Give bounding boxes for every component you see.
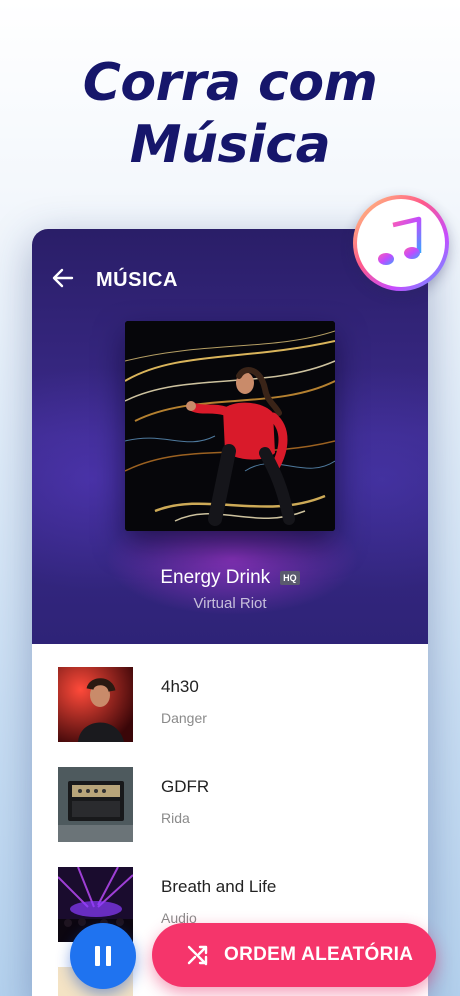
pause-icon-bar — [106, 946, 111, 966]
pause-icon — [95, 946, 100, 966]
now-playing-title: Energy Drink — [160, 567, 271, 588]
song-item-1[interactable]: GDFR Rida — [32, 744, 428, 844]
song-title: Breath and Life — [161, 877, 277, 896]
phone-screen: MÚSICA Energy Drink HQ Virtual Riot 4h30… — [32, 229, 428, 996]
song-thumbnail — [58, 767, 133, 842]
headline: Corra com Música — [0, 52, 460, 176]
screen-title: MÚSICA — [96, 269, 178, 291]
now-playing-title-row: Energy Drink HQ — [32, 567, 428, 589]
song-artist: Rida — [161, 810, 190, 826]
pause-button[interactable] — [70, 923, 136, 989]
headline-line-2: Música — [129, 115, 331, 175]
now-playing-artist: Virtual Riot — [193, 595, 267, 612]
back-arrow-icon[interactable] — [52, 267, 74, 289]
song-title: GDFR — [161, 777, 210, 796]
now-playing-panel: MÚSICA Energy Drink HQ Virtual Riot — [32, 229, 428, 644]
song-title: 4h30 — [161, 677, 199, 696]
shuffle-label: ORDEM ALEATÓRIA — [224, 944, 414, 965]
album-art — [125, 321, 335, 531]
headline-line-1: Corra com — [82, 53, 378, 113]
itunes-music-icon — [353, 195, 449, 291]
hq-badge: HQ — [280, 571, 300, 585]
shuffle-icon — [187, 945, 208, 966]
song-artist: Danger — [161, 710, 207, 726]
song-item-0[interactable]: 4h30 Danger — [32, 644, 428, 744]
song-thumbnail — [58, 667, 133, 742]
shuffle-button[interactable]: ORDEM ALEATÓRIA — [152, 923, 436, 987]
